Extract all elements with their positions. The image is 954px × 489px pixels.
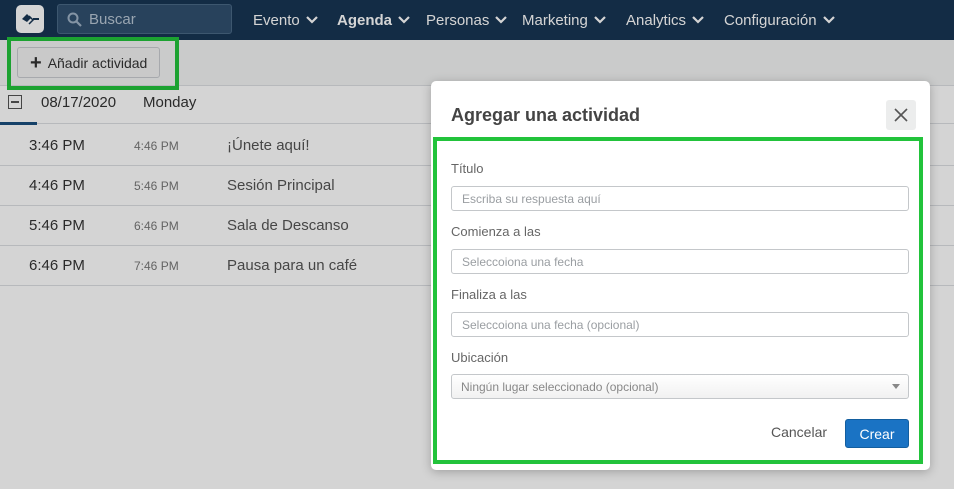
location-select-value: Ningún lugar seleccionado (opcional) [461, 379, 659, 394]
add-activity-modal: Agregar una actividad Título Comienza a … [431, 81, 930, 470]
create-button-label: Crear [859, 425, 895, 442]
end-date-input[interactable] [451, 312, 909, 337]
modal-title: Agregar una actividad [451, 105, 641, 125]
title-input[interactable] [451, 186, 909, 211]
cancel-button[interactable]: Cancelar [771, 424, 827, 440]
start-label: Comienza a las [451, 224, 541, 239]
start-date-input[interactable] [451, 249, 909, 274]
location-label: Ubicación [451, 350, 509, 365]
close-icon [894, 108, 908, 122]
close-button[interactable] [886, 100, 916, 130]
end-label: Finaliza a las [451, 287, 527, 302]
title-label: Título [451, 161, 484, 176]
create-button[interactable]: Crear [845, 419, 909, 448]
caret-down-icon [892, 384, 900, 389]
location-select[interactable]: Ningún lugar seleccionado (opcional) [451, 374, 909, 399]
